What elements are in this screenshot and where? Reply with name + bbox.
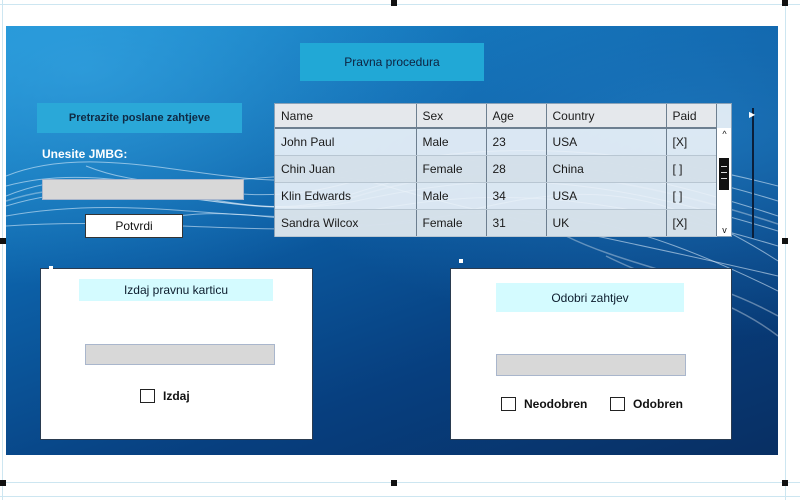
search-jmbg-input[interactable]	[42, 179, 244, 200]
vertical-splitter[interactable]	[752, 108, 754, 238]
resize-handle-bottom-right[interactable]	[782, 480, 788, 486]
column-header-age[interactable]: Age	[486, 104, 547, 129]
issue-checkbox-option[interactable]: Izdaj	[140, 389, 190, 403]
column-header-sex[interactable]: Sex	[416, 104, 487, 129]
search-section-header: Pretrazite poslane zahtjeve	[37, 103, 242, 133]
guide-line-left	[2, 0, 3, 500]
page-title: Pravna procedura	[300, 43, 484, 81]
issue-card-panel: Izdaj pravnu karticu Unesite JMBG: Izdaj	[40, 268, 313, 440]
cell-sex: Female	[416, 155, 487, 183]
guide-line-right	[785, 0, 786, 500]
approve-panel-header: Odobri zahtjev	[496, 283, 684, 312]
approve-jmbg-input[interactable]	[496, 354, 686, 376]
requests-table: Name Sex Age Country Paid John Paul Male…	[274, 103, 732, 237]
cell-age: 31	[486, 209, 547, 237]
scroll-up-icon[interactable]: ^	[717, 128, 732, 140]
issue-checkbox[interactable]	[140, 389, 155, 403]
approve-checkbox-option[interactable]: Odobren	[610, 397, 683, 411]
table-row[interactable]: Sandra Wilcox Female 31 UK [X]	[275, 209, 717, 237]
column-header-paid[interactable]: Paid	[666, 104, 717, 129]
issue-panel-header: Izdaj pravnu karticu	[79, 279, 273, 301]
cell-sex: Female	[416, 209, 487, 237]
confirm-button[interactable]: Potvrdi	[85, 214, 183, 238]
guide-line-bottom	[0, 482, 800, 483]
selection-marker	[459, 259, 463, 263]
selection-marker	[49, 266, 53, 270]
cell-country: USA	[546, 182, 667, 210]
approve-jmbg-label: Unesite JMBG:	[501, 327, 582, 341]
resize-handle-bottom-left[interactable]	[0, 480, 6, 486]
approve-request-panel: Odobri zahtjev Unesite JMBG: Neodobren O…	[450, 268, 732, 440]
guide-line-bottom-2	[0, 496, 800, 497]
scroll-down-icon[interactable]: v	[717, 224, 732, 236]
reject-checkbox[interactable]	[501, 397, 516, 411]
cell-age: 34	[486, 182, 547, 210]
reject-checkbox-option[interactable]: Neodobren	[501, 397, 587, 411]
resize-handle-bottom-mid[interactable]	[391, 480, 397, 486]
issue-jmbg-label: Unesite JMBG:	[85, 315, 166, 329]
column-header-country[interactable]: Country	[546, 104, 667, 129]
approve-checkbox-label: Odobren	[633, 397, 683, 411]
cell-name: Sandra Wilcox	[275, 209, 417, 237]
cell-age: 28	[486, 155, 547, 183]
cell-country: China	[546, 155, 667, 183]
cell-country: UK	[546, 209, 667, 237]
resize-handle-right-mid[interactable]	[782, 238, 788, 244]
issue-jmbg-input[interactable]	[85, 344, 275, 365]
reject-checkbox-label: Neodobren	[524, 397, 588, 411]
cell-paid: [ ]	[666, 182, 717, 210]
table-row[interactable]: Klin Edwards Male 34 USA [ ]	[275, 182, 717, 210]
search-jmbg-label: Unesite JMBG:	[42, 147, 128, 161]
cell-sex: Male	[416, 128, 487, 156]
resize-handle-top-mid[interactable]	[391, 0, 397, 6]
play-arrow-icon[interactable]: ▶	[749, 110, 755, 119]
cell-name: John Paul	[275, 128, 417, 156]
scrollbar-thumb[interactable]	[719, 158, 729, 190]
form-canvas: Pravna procedura Pretrazite poslane zaht…	[6, 26, 778, 455]
cell-country: USA	[546, 128, 667, 156]
cell-paid: [X]	[666, 128, 717, 156]
table-row[interactable]: Chin Juan Female 28 China [ ]	[275, 155, 717, 183]
cell-age: 23	[486, 128, 547, 156]
approve-checkbox[interactable]	[610, 397, 625, 411]
resize-handle-top-right[interactable]	[782, 0, 788, 6]
cell-sex: Male	[416, 182, 487, 210]
table-header-row: Name Sex Age Country Paid	[275, 104, 717, 129]
table-scrollbar[interactable]: ^ v	[716, 128, 731, 236]
guide-line-top	[0, 4, 800, 5]
issue-checkbox-label: Izdaj	[163, 389, 190, 403]
column-header-name[interactable]: Name	[275, 104, 417, 129]
cell-paid: [X]	[666, 209, 717, 237]
cell-paid: [ ]	[666, 155, 717, 183]
table-row[interactable]: John Paul Male 23 USA [X]	[275, 128, 717, 156]
cell-name: Klin Edwards	[275, 182, 417, 210]
cell-name: Chin Juan	[275, 155, 417, 183]
